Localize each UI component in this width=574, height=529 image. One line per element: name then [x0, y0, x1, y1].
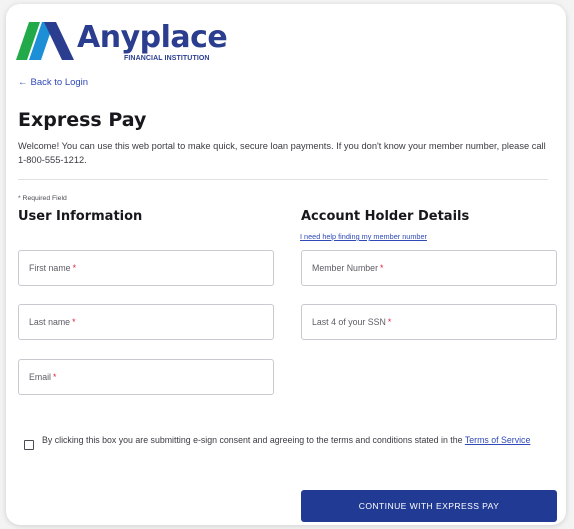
- brand-subtitle: FINANCIAL INSTITUTION: [124, 55, 210, 62]
- ssn-last4-label: Last 4 of your SSN *: [312, 317, 392, 327]
- divider: [18, 179, 548, 180]
- first-name-label: First name *: [29, 263, 76, 273]
- last-name-field[interactable]: Last name *: [18, 304, 274, 340]
- terms-of-service-link[interactable]: Terms of Service: [465, 435, 531, 445]
- last-name-label: Last name *: [29, 317, 76, 327]
- consent-checkbox[interactable]: [24, 440, 34, 450]
- arrow-left-icon: ←: [18, 77, 28, 88]
- anyplace-logo-mark-icon: [16, 22, 74, 60]
- continue-with-express-pay-button[interactable]: CONTINUE WITH EXPRESS PAY: [301, 490, 557, 522]
- brand-name: Anyplace: [77, 20, 228, 55]
- intro-text: Welcome! You can use this web portal to …: [18, 141, 546, 165]
- account-holder-details-heading: Account Holder Details: [301, 209, 470, 224]
- back-to-login-label: Back to Login: [30, 77, 89, 88]
- first-name-field[interactable]: First name *: [18, 250, 274, 286]
- member-number-label: Member Number *: [312, 263, 384, 273]
- back-to-login-link[interactable]: ← Back to Login: [18, 77, 88, 88]
- express-pay-card: Anyplace FINANCIAL INSTITUTION ← Back to …: [6, 4, 566, 525]
- page-title: Express Pay: [18, 109, 147, 131]
- member-number-field[interactable]: Member Number *: [301, 250, 557, 286]
- ssn-last4-field[interactable]: Last 4 of your SSN *: [301, 304, 557, 340]
- user-information-heading: User Information: [18, 209, 143, 224]
- brand-logo: Anyplace FINANCIAL INSTITUTION: [16, 18, 228, 68]
- email-label: Email *: [29, 372, 57, 382]
- email-field[interactable]: Email *: [18, 359, 274, 395]
- member-number-help-link[interactable]: I need help finding my member number: [300, 232, 427, 241]
- consent-text: By clicking this box you are submitting …: [42, 435, 531, 445]
- required-field-note: * Required Field: [18, 195, 67, 202]
